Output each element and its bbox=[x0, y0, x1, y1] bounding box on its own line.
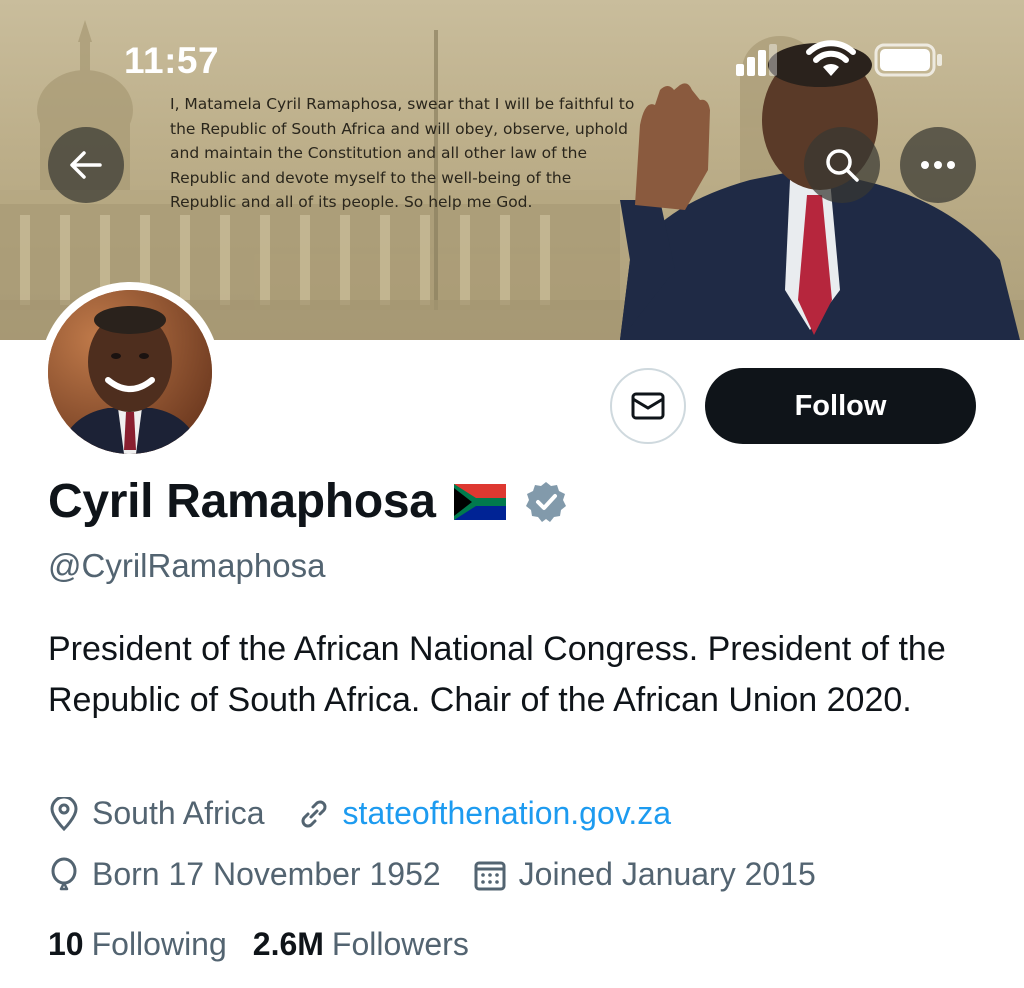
joined-item: Joined January 2015 bbox=[473, 856, 816, 893]
location-pin-icon bbox=[50, 796, 78, 831]
arrow-left-icon bbox=[70, 151, 102, 179]
avatar-photo bbox=[48, 290, 212, 454]
search-button[interactable] bbox=[804, 127, 880, 203]
oath-line: the Republic of South Africa and will ob… bbox=[170, 119, 628, 138]
username-handle: @CyrilRamaphosa bbox=[48, 547, 326, 584]
following-label: Following bbox=[91, 926, 227, 962]
oath-text: I, Matamela Cyril Ramaphosa, swear that … bbox=[170, 92, 650, 215]
oath-line: and maintain the Constitution and all ot… bbox=[170, 144, 587, 162]
link-icon bbox=[301, 800, 327, 827]
profile-bio: President of the African National Congre… bbox=[48, 630, 946, 719]
birthday-item: Born 17 November 1952 bbox=[48, 856, 441, 893]
calendar-icon bbox=[474, 861, 506, 890]
follow-stats: 10 Following 2.6M Followers bbox=[48, 926, 495, 963]
location-item: South Africa bbox=[48, 795, 265, 832]
envelope-icon bbox=[631, 392, 665, 420]
oath-line: Republic and all of its people. So help … bbox=[170, 193, 533, 211]
profile-avatar[interactable] bbox=[40, 282, 220, 462]
website-item[interactable]: stateofthenation.gov.za bbox=[297, 795, 672, 832]
search-icon bbox=[826, 149, 859, 182]
follow-button[interactable]: Follow bbox=[705, 368, 976, 444]
more-options-button[interactable] bbox=[900, 127, 976, 203]
balloon-icon bbox=[51, 857, 77, 890]
followers-label: Followers bbox=[331, 926, 469, 962]
profile-meta-row: Born 17 November 1952 Joined January 201… bbox=[48, 856, 848, 893]
website-link[interactable]: stateofthenation.gov.za bbox=[343, 795, 672, 832]
oath-line: I, Matamela Cyril Ramaphosa, swear that … bbox=[170, 95, 635, 113]
message-button[interactable] bbox=[610, 368, 686, 444]
name-row: Cyril Ramaphosa bbox=[48, 474, 568, 529]
birthday-text: Born 17 November 1952 bbox=[92, 856, 441, 892]
south-africa-flag-icon bbox=[453, 483, 506, 520]
battery-icon bbox=[874, 43, 942, 77]
location-text: South Africa bbox=[92, 795, 265, 831]
followers-count: 2.6M bbox=[252, 926, 324, 962]
joined-text: Joined January 2015 bbox=[518, 856, 816, 892]
following-stat[interactable]: 10 Following bbox=[48, 926, 227, 963]
profile-meta-row: South Africa stateofthenation.gov.za bbox=[48, 795, 703, 832]
back-button[interactable] bbox=[48, 127, 124, 203]
followers-stat[interactable]: 2.6M Followers bbox=[253, 926, 469, 963]
more-icon bbox=[921, 161, 955, 169]
display-name: Cyril Ramaphosa bbox=[48, 475, 436, 528]
oath-line: Republic and devote myself to the well-b… bbox=[170, 168, 572, 187]
following-count: 10 bbox=[48, 926, 84, 962]
signal-icon bbox=[736, 44, 777, 76]
verified-badge-icon bbox=[525, 481, 566, 522]
status-time: 11:57 bbox=[124, 40, 220, 81]
wifi-icon bbox=[806, 40, 856, 76]
